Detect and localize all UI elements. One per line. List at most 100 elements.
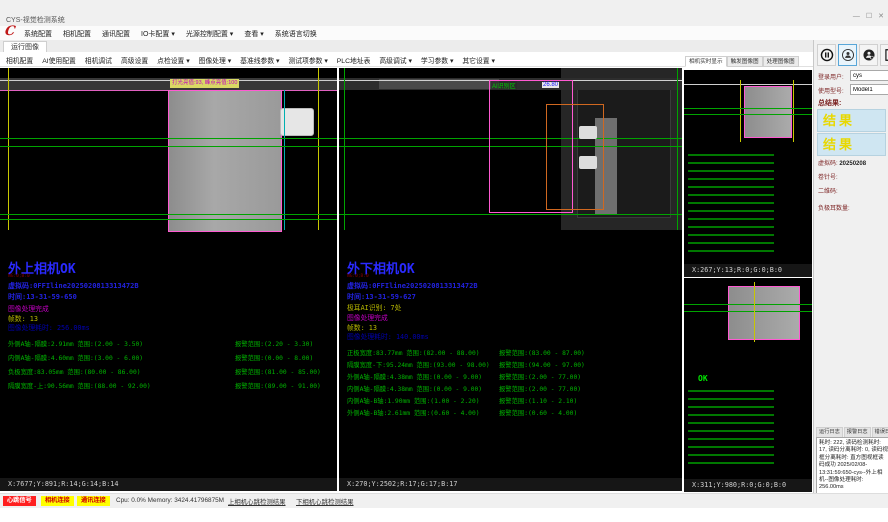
tool-baseline-params[interactable]: 基准线参数 ▾ — [240, 55, 279, 65]
tool-test-params[interactable]: 测试项参数 ▾ — [288, 55, 327, 65]
tool-camera-debug[interactable]: 相机调试 — [85, 55, 112, 65]
winding-pin-label: 卷针号: — [818, 172, 838, 181]
overlay-green-line — [684, 108, 812, 109]
ng-info: NG:0;B:0 — [347, 274, 369, 279]
process-state: 图像处理完成 — [8, 303, 49, 313]
measurement-row: 隔膜宽度-上:90.56mm 范围:(88.00 - 92.00) 报警范围:(… — [0, 381, 337, 394]
cam-up-heartbeat-text: 上相机心跳检测结果 — [228, 497, 286, 506]
cursor-coords-upper: X:7677;Y:891;R:14;G:14;B:14 — [0, 478, 337, 491]
brightness-overlay-label: 打光亮值:93, 峰点亮值:100 — [170, 79, 239, 88]
overlay-cyan-line — [284, 90, 285, 230]
menubar: C 系统配置 相机配置 通讯配置 IO卡配置 ▾ 光源控制配置 ▾ 查看 ▾ 系… — [0, 26, 888, 41]
overlay-green-line — [684, 114, 812, 115]
tool-other-settings[interactable]: 其它设置 ▾ — [462, 55, 495, 65]
comm-link-badge: 通讯连接 — [77, 496, 110, 506]
mini-result-text — [688, 390, 774, 468]
heartbeat-badge: 心跳信号 — [3, 496, 36, 506]
menu-item-language[interactable]: 系统语言切换 — [275, 29, 317, 39]
menu-item-light-config[interactable]: 光源控制配置 ▾ — [186, 29, 233, 39]
login-user-button[interactable] — [838, 44, 857, 66]
tab-highlight — [579, 156, 597, 169]
exit-button[interactable] — [880, 44, 888, 66]
tool-advanced-debug[interactable]: 高级调试 ▾ — [379, 55, 412, 65]
cpu-memory-text: Cpu: 0.0% Memory: 3424.41796875M — [116, 497, 224, 504]
model-field[interactable] — [850, 84, 888, 95]
part-connector — [280, 108, 314, 136]
mini-part — [728, 286, 800, 340]
menu-item-system-config[interactable]: 系统配置 — [24, 29, 52, 39]
mini-result-text — [688, 154, 774, 254]
menu-item-comm-config[interactable]: 通讯配置 — [102, 29, 130, 39]
tab-processed-image[interactable]: 处理图像图 — [763, 56, 799, 67]
cursor-coords-thumb-lower: X:311;Y:980;R:0;G:0;B:0 — [684, 479, 812, 492]
result-badge-2: 结果 — [817, 133, 886, 156]
user-gear-icon — [862, 48, 876, 62]
maximize-icon[interactable]: ☐ — [866, 13, 872, 21]
tool-camera-config[interactable]: 相机配置 — [6, 55, 33, 65]
tab-trigger-image[interactable]: 触发图像图 — [727, 56, 763, 67]
overlay-green-line — [0, 146, 337, 147]
tab-camera-live[interactable]: 相机实时显示 — [685, 56, 727, 67]
tool-learning-params[interactable]: 学习参数 ▾ — [421, 55, 454, 65]
elapsed-time: 图像处理耗时: 140.00ms — [347, 331, 429, 341]
measurement-row: 外侧A轴-B轴:2.61mm 范围:(0.60 - 4.00) 报警范围:(0.… — [339, 408, 682, 421]
user-icon — [841, 48, 855, 62]
login-user-field[interactable] — [850, 70, 888, 81]
overlay-green-line — [339, 214, 682, 215]
inspected-part — [168, 90, 282, 232]
login-user-label: 登录用户: — [818, 72, 844, 81]
control-side-panel: 登录用户: 使用型号: 总结果: 结果 结果 虚拟码: 20250208 卷针号… — [813, 40, 888, 493]
process-state: 图像处理完成 — [347, 312, 388, 322]
overlay-green-line — [344, 68, 345, 230]
overlay-green-line — [677, 68, 678, 230]
menu-item-camera-config[interactable]: 相机配置 — [63, 29, 91, 39]
statusbar: 心跳信号 相机连接 通讯连接 Cpu: 0.0% Memory: 3424.41… — [0, 493, 888, 508]
camera-view-upper[interactable]: 打光亮值:93, 峰点亮值:100 外上相机OK NG:0;B:0 虚拟码:0F… — [0, 68, 337, 478]
tool-image-processing[interactable]: 图像处理 ▾ — [199, 55, 232, 65]
close-icon[interactable]: ✕ — [878, 13, 884, 21]
ai-region-label: AI识别区 — [491, 81, 517, 90]
tool-spot-check[interactable]: 点检设置 ▾ — [157, 55, 190, 65]
measurement-row: 负极宽度:83.05mm 范围:(80.00 - 86.00) 报警范围:(81… — [0, 367, 337, 380]
tab-highlight — [579, 126, 597, 139]
thumbnail-upper[interactable] — [684, 70, 812, 264]
app-logo-icon: C — [4, 24, 16, 39]
virtual-code-value: 20250208 — [839, 161, 866, 167]
ai-count-line: 极耳AI识别: 7处 — [347, 302, 401, 312]
model-label: 使用型号: — [818, 86, 844, 95]
result-badge-1: 结果 — [817, 109, 886, 132]
measurement-row: 内侧A轴-隔膜:4.60mm 范围:(3.00 - 6.00) 报警范围:(0.… — [0, 353, 337, 366]
barcode-line: 虚拟码:0FFIline2025020813313472B — [8, 281, 139, 291]
titlebar: CYS-视觉检测系统 — ☐ ✕ — [0, 0, 888, 26]
minimize-icon[interactable]: — — [853, 13, 860, 21]
menu-item-io-config[interactable]: IO卡配置 ▾ — [141, 29, 175, 39]
cam-down-heartbeat-text: 下相机心跳检测结果 — [296, 497, 354, 506]
overlay-green-line — [0, 214, 337, 215]
overlay-yellow-line — [793, 80, 794, 142]
total-result-label: 总结果: — [818, 98, 841, 108]
cursor-coords-thumb-upper: X:267;Y:13;R:0;G:0;B:0 — [684, 264, 812, 277]
overlay-yellow-line — [754, 282, 755, 342]
mini-part — [744, 86, 792, 138]
tool-advanced-settings[interactable]: 高级设置 — [121, 55, 148, 65]
camera-view-lower[interactable]: AI识别区 26.80 外下相机OK NG:0;B:0 虚拟码:0FFIline… — [339, 68, 682, 478]
overlay-green-line — [684, 311, 812, 312]
overlay-green-line — [0, 138, 337, 139]
exit-door-icon — [883, 48, 888, 62]
user-settings-button[interactable] — [859, 44, 878, 66]
overlay-green-line — [0, 219, 337, 220]
log-textarea[interactable]: 耗时: 222, 读码检测耗时: 17, 读码分离耗时: 0, 读码视框分离耗时… — [816, 437, 888, 496]
tool-ai-usage-config[interactable]: AI使用配置 — [42, 55, 76, 65]
overlay-yellow-line — [318, 68, 319, 230]
virtual-code-label: 虚拟码: 20250208 — [818, 158, 866, 167]
menu-item-view[interactable]: 查看 ▾ — [244, 29, 263, 39]
pause-button[interactable] — [817, 44, 836, 66]
tab-count-label: 负极耳数量: — [818, 203, 850, 212]
thumbnail-tabs: 相机实时显示 触发图像图 处理图像图 — [685, 56, 811, 67]
tool-plc-address[interactable]: PLC地址表 — [337, 55, 371, 65]
ng-info: NG:0;B:0 — [8, 274, 30, 279]
overlay-yellow-line — [8, 68, 9, 230]
thumbnail-lower[interactable]: OK — [684, 278, 812, 479]
overlay-green-line — [684, 304, 812, 305]
mini-ok-status: OK — [698, 374, 708, 383]
